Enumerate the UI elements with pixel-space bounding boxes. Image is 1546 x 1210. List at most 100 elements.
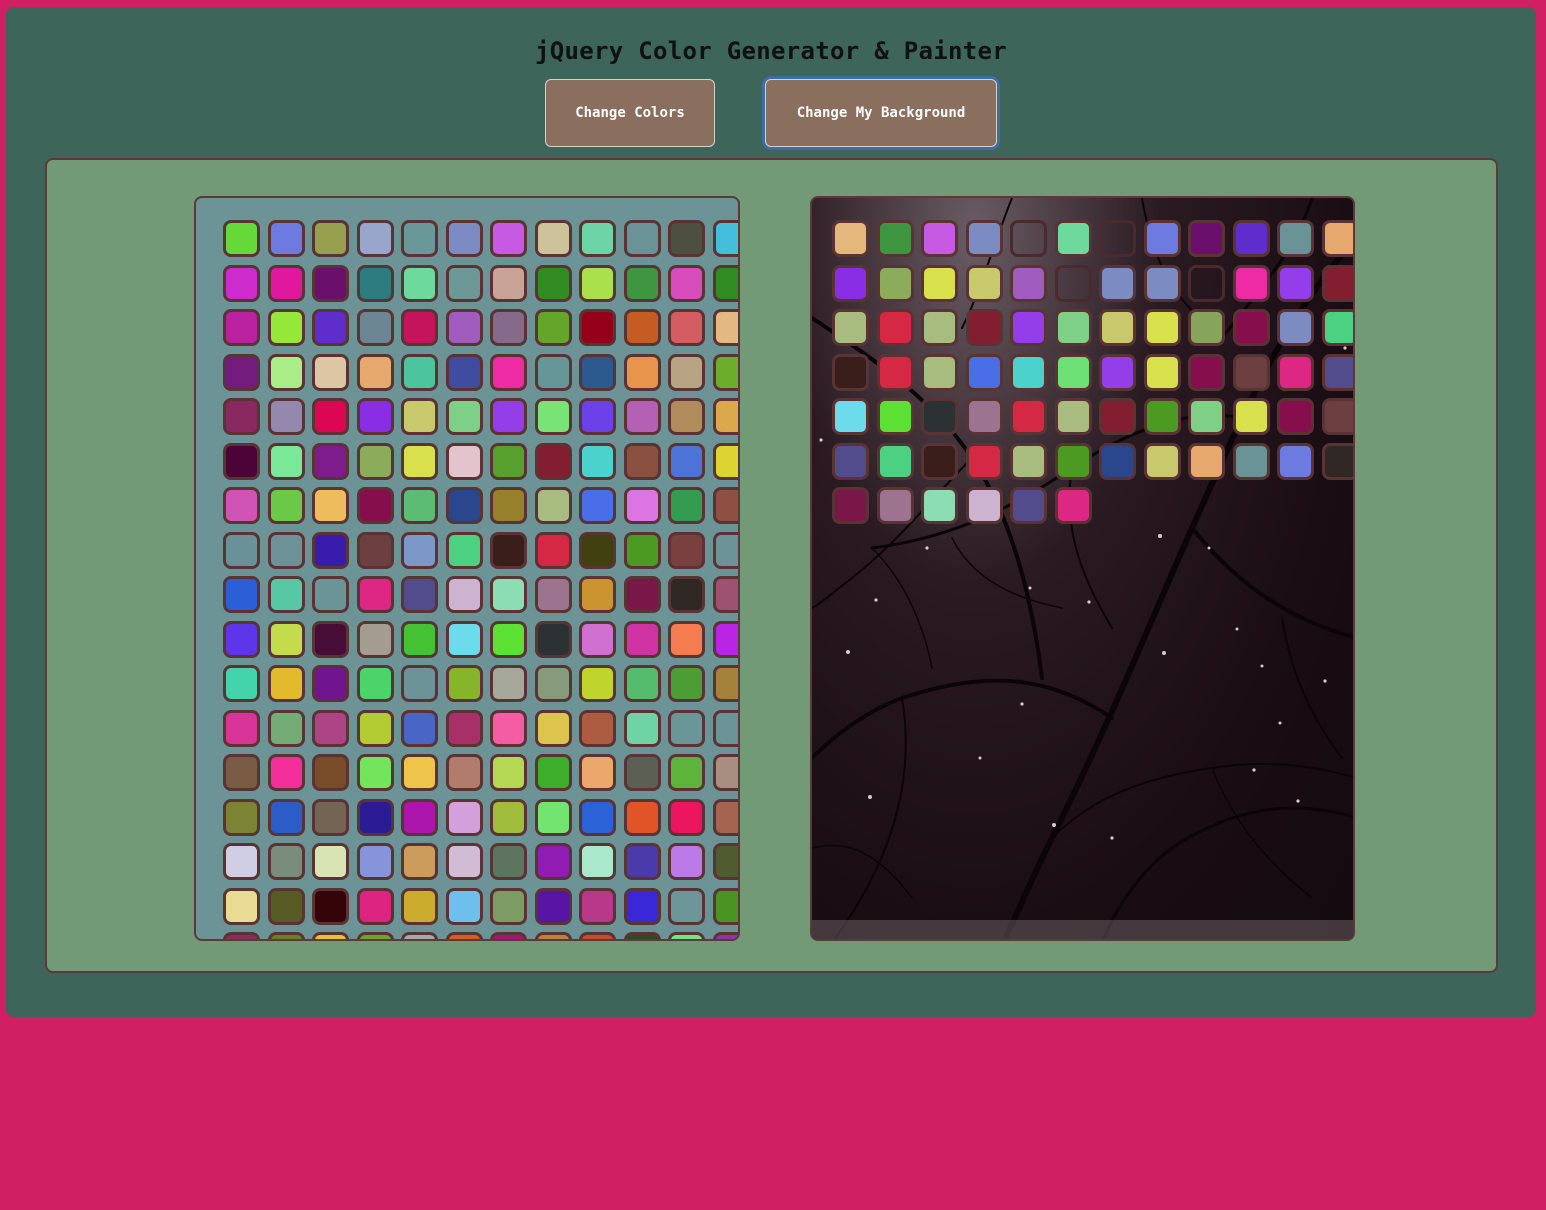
color-swatch[interactable] bbox=[490, 442, 527, 480]
color-swatch[interactable] bbox=[356, 398, 394, 435]
painted-swatch[interactable] bbox=[876, 353, 914, 391]
painted-swatch[interactable] bbox=[1010, 309, 1047, 346]
color-swatch[interactable] bbox=[356, 754, 394, 791]
color-swatch[interactable] bbox=[401, 709, 438, 747]
color-swatch[interactable] bbox=[623, 709, 661, 747]
painted-swatch[interactable] bbox=[1099, 309, 1136, 346]
color-swatch[interactable] bbox=[490, 887, 527, 925]
color-swatch[interactable] bbox=[534, 754, 572, 791]
color-swatch[interactable] bbox=[223, 220, 260, 257]
color-swatch[interactable] bbox=[668, 442, 705, 480]
color-swatch[interactable] bbox=[579, 531, 616, 569]
color-swatch[interactable] bbox=[267, 531, 305, 569]
color-swatch[interactable] bbox=[534, 487, 572, 524]
change-background-button[interactable]: Change My Background bbox=[765, 79, 997, 147]
painted-swatch[interactable] bbox=[832, 487, 869, 524]
color-swatch[interactable] bbox=[579, 754, 616, 791]
color-swatch[interactable] bbox=[712, 531, 738, 569]
painted-swatch[interactable] bbox=[921, 264, 958, 302]
color-swatch[interactable] bbox=[623, 309, 661, 346]
color-swatch[interactable] bbox=[534, 309, 572, 346]
color-swatch[interactable] bbox=[490, 353, 527, 391]
color-swatch[interactable] bbox=[668, 665, 705, 702]
color-swatch[interactable] bbox=[401, 754, 438, 791]
color-swatch[interactable] bbox=[490, 620, 527, 658]
color-swatch[interactable] bbox=[445, 754, 483, 791]
painted-swatch[interactable] bbox=[1232, 309, 1270, 346]
painted-swatch[interactable] bbox=[1277, 220, 1314, 257]
color-swatch[interactable] bbox=[445, 620, 483, 658]
color-swatch[interactable] bbox=[579, 709, 616, 747]
color-swatch[interactable] bbox=[312, 531, 349, 569]
color-swatch[interactable] bbox=[401, 487, 438, 524]
color-swatch[interactable] bbox=[712, 887, 738, 925]
color-swatch[interactable] bbox=[668, 309, 705, 346]
color-swatch[interactable] bbox=[623, 442, 661, 480]
color-swatch[interactable] bbox=[490, 220, 527, 257]
color-swatch[interactable] bbox=[579, 264, 616, 302]
color-swatch[interactable] bbox=[534, 442, 572, 480]
painted-swatch[interactable] bbox=[1010, 353, 1047, 391]
painted-swatch[interactable] bbox=[1099, 264, 1136, 302]
painted-swatch[interactable] bbox=[1188, 442, 1225, 480]
painted-swatch[interactable] bbox=[832, 220, 869, 257]
color-swatch[interactable] bbox=[401, 309, 438, 346]
painted-swatch[interactable] bbox=[1321, 220, 1353, 257]
color-swatch[interactable] bbox=[401, 531, 438, 569]
painted-swatch[interactable] bbox=[1232, 353, 1270, 391]
painted-swatch[interactable] bbox=[921, 487, 958, 524]
color-swatch[interactable] bbox=[490, 487, 527, 524]
painted-swatch[interactable] bbox=[832, 309, 869, 346]
painted-swatch[interactable] bbox=[1321, 309, 1353, 346]
painted-swatch[interactable] bbox=[1010, 220, 1047, 257]
color-swatch[interactable] bbox=[267, 665, 305, 702]
color-swatch[interactable] bbox=[267, 932, 305, 939]
color-swatch[interactable] bbox=[267, 754, 305, 791]
color-swatch[interactable] bbox=[712, 709, 738, 747]
color-swatch[interactable] bbox=[623, 843, 661, 880]
color-swatch[interactable] bbox=[267, 398, 305, 435]
painted-swatch[interactable] bbox=[921, 220, 958, 257]
painted-swatch[interactable] bbox=[1143, 309, 1181, 346]
painted-swatch[interactable] bbox=[965, 353, 1003, 391]
color-swatch[interactable] bbox=[401, 442, 438, 480]
color-swatch[interactable] bbox=[223, 887, 260, 925]
color-swatch[interactable] bbox=[712, 843, 738, 880]
color-swatch[interactable] bbox=[623, 798, 661, 836]
color-swatch[interactable] bbox=[623, 398, 661, 435]
painted-swatch[interactable] bbox=[1143, 220, 1181, 257]
paint-canvas[interactable] bbox=[810, 196, 1355, 941]
color-swatch[interactable] bbox=[579, 442, 616, 480]
color-swatch[interactable] bbox=[356, 353, 394, 391]
color-swatch[interactable] bbox=[356, 932, 394, 939]
color-swatch[interactable] bbox=[668, 264, 705, 302]
color-swatch[interactable] bbox=[623, 353, 661, 391]
color-swatch[interactable] bbox=[267, 576, 305, 613]
painted-swatch[interactable] bbox=[1277, 309, 1314, 346]
color-swatch[interactable] bbox=[534, 843, 572, 880]
color-swatch[interactable] bbox=[445, 442, 483, 480]
color-swatch[interactable] bbox=[267, 309, 305, 346]
color-swatch[interactable] bbox=[267, 353, 305, 391]
color-swatch[interactable] bbox=[490, 398, 527, 435]
painted-swatch[interactable] bbox=[921, 309, 958, 346]
painted-swatch[interactable] bbox=[1054, 487, 1092, 524]
color-swatch[interactable] bbox=[312, 309, 349, 346]
color-swatch[interactable] bbox=[579, 665, 616, 702]
color-swatch[interactable] bbox=[267, 709, 305, 747]
painted-swatch[interactable] bbox=[1277, 264, 1314, 302]
painted-swatch[interactable] bbox=[1321, 398, 1353, 435]
color-swatch[interactable] bbox=[312, 220, 349, 257]
color-swatch[interactable] bbox=[623, 620, 661, 658]
color-swatch[interactable] bbox=[490, 309, 527, 346]
painted-swatch[interactable] bbox=[965, 487, 1003, 524]
color-swatch[interactable] bbox=[490, 576, 527, 613]
color-swatch[interactable] bbox=[579, 887, 616, 925]
color-swatch[interactable] bbox=[668, 709, 705, 747]
color-swatch[interactable] bbox=[223, 531, 260, 569]
color-swatch[interactable] bbox=[579, 487, 616, 524]
painted-swatch[interactable] bbox=[1054, 264, 1092, 302]
color-swatch[interactable] bbox=[712, 264, 738, 302]
painted-swatch[interactable] bbox=[1143, 264, 1181, 302]
color-swatch[interactable] bbox=[267, 487, 305, 524]
